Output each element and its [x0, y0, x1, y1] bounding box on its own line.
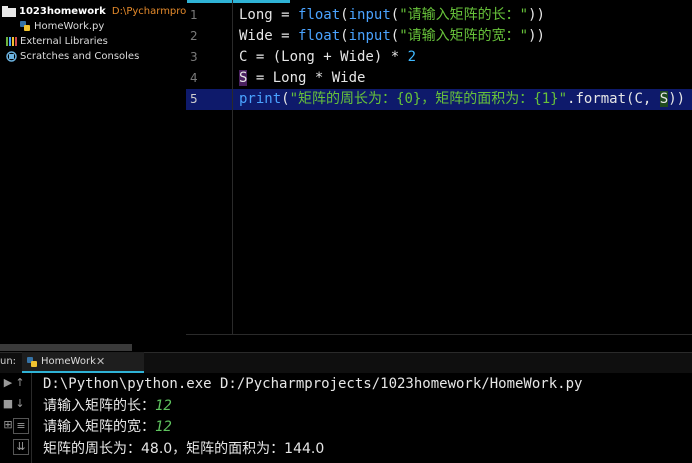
- console-prompt-line: 请输入矩阵的长：12: [43, 398, 172, 414]
- editor-tab-indicator: [187, 0, 290, 3]
- console-user-input: 12: [155, 398, 172, 414]
- gutter-separator: [232, 0, 233, 334]
- code-line[interactable]: S = Long * Wide: [239, 68, 365, 89]
- arrow-up-icon[interactable]: ↑: [13, 376, 27, 390]
- sidebar-horizontal-scrollbar[interactable]: [0, 344, 132, 351]
- external-libraries-label: External Libraries: [20, 36, 108, 47]
- soft-wrap-icon[interactable]: ≡: [13, 418, 29, 434]
- line-number-current: 5: [190, 92, 198, 106]
- line-number: 1: [190, 8, 198, 22]
- console-user-input: 12: [155, 419, 172, 435]
- scratches-icon: [6, 50, 17, 62]
- scratches-row[interactable]: Scratches and Consoles: [6, 49, 139, 64]
- code-line[interactable]: C = (Long + Wide) * 2: [239, 47, 416, 68]
- file-homework-py[interactable]: HomeWork.py: [20, 19, 104, 34]
- file-label: HomeWork.py: [34, 21, 105, 32]
- project-name: 1023homework: [19, 6, 106, 17]
- project-root-row[interactable]: 1023homework D:\Pycharmprojects\: [2, 4, 186, 19]
- line-number: 3: [190, 50, 198, 64]
- code-line-current[interactable]: print("矩阵的周长为：{0}，矩阵的面积为：{1}".format(C, …: [239, 89, 685, 110]
- run-toolbar: ▶ ↑ ■ ↓ ⊞ ≡ ⇊: [0, 373, 32, 463]
- run-label: un:: [0, 356, 17, 367]
- library-icon: [6, 36, 17, 46]
- scroll-to-end-icon[interactable]: ⇊: [13, 439, 29, 455]
- project-path: D:\Pycharmprojects\: [111, 6, 186, 17]
- python-file-icon: [20, 20, 30, 31]
- line-number: 2: [190, 29, 198, 43]
- line-number: 4: [190, 71, 198, 85]
- arrow-down-icon[interactable]: ↓: [13, 397, 27, 411]
- console-output: 矩阵的周长为：48.0，矩阵的面积为：144.0: [43, 441, 325, 457]
- console-prompt-line: 请输入矩阵的宽：12: [43, 419, 172, 435]
- code-line[interactable]: Long = float(input("请输入矩阵的长：")): [239, 5, 545, 26]
- project-sidebar: 1023homework D:\Pycharmprojects\ HomeWor…: [0, 0, 186, 352]
- editor-horizontal-scrollbar[interactable]: [186, 334, 692, 335]
- console-command: D:\Python\python.exe D:/Pycharmprojects/…: [43, 376, 583, 392]
- scratches-label: Scratches and Consoles: [20, 51, 140, 62]
- run-tab-label: HomeWork: [41, 356, 96, 367]
- folder-icon: [2, 5, 16, 17]
- close-icon[interactable]: ✕: [96, 355, 105, 368]
- external-libraries-row[interactable]: External Libraries: [6, 34, 108, 49]
- python-file-icon: [27, 357, 37, 367]
- code-line[interactable]: Wide = float(input("请输入矩阵的宽：")): [239, 26, 545, 47]
